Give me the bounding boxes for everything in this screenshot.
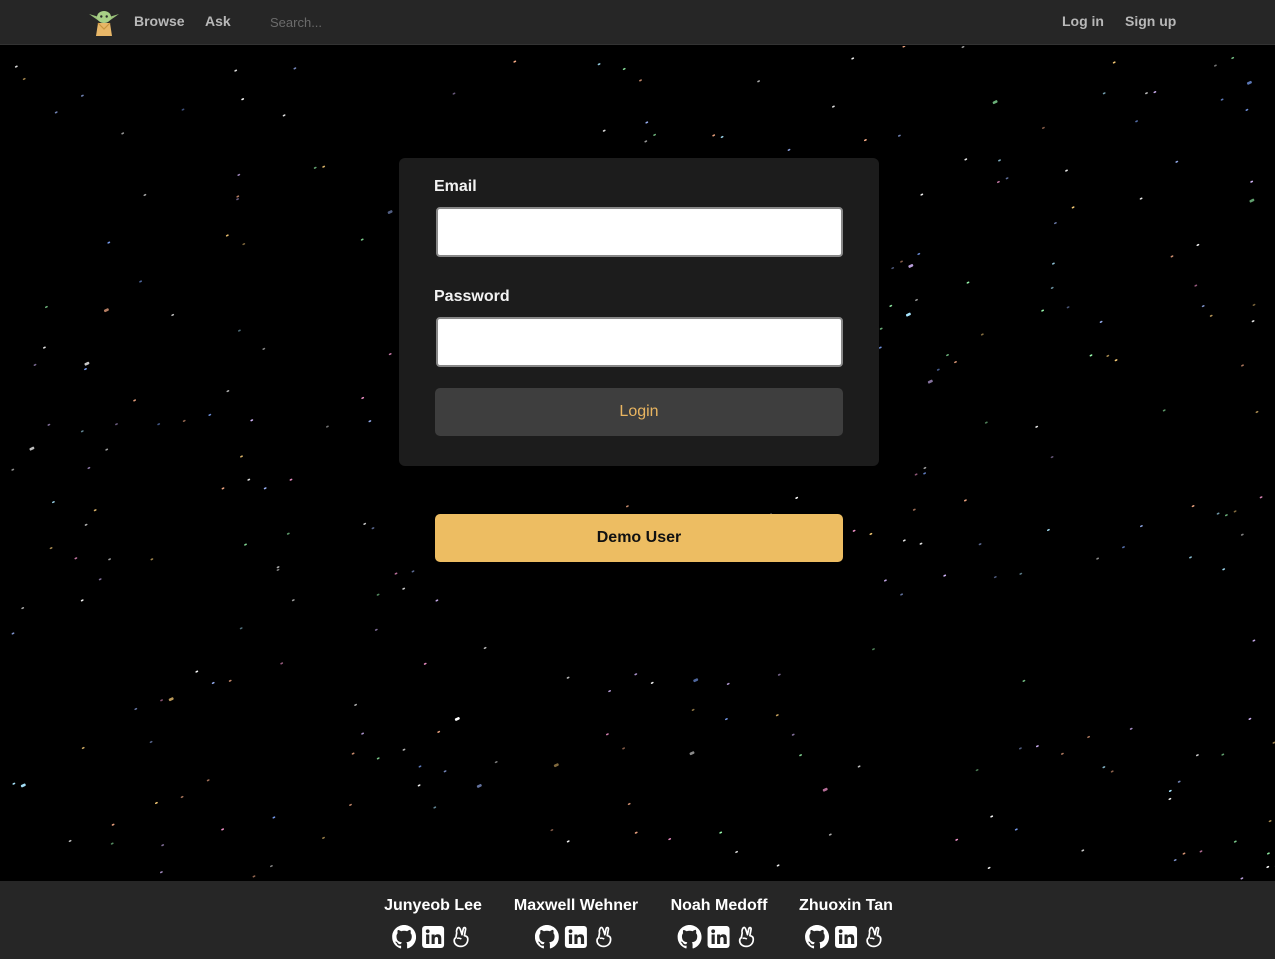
browse-link[interactable]: Browse — [134, 13, 185, 29]
github-icon[interactable] — [678, 925, 702, 949]
developer-card: Junyeob Lee — [384, 897, 482, 949]
developer-card: Maxwell Wehner — [514, 897, 638, 949]
github-icon[interactable] — [392, 925, 416, 949]
angellist-icon[interactable] — [736, 925, 760, 949]
github-icon[interactable] — [804, 925, 829, 949]
password-field[interactable] — [436, 317, 843, 367]
login-form: Email Password Login — [399, 158, 879, 466]
developer-card: Zhuoxin Tan — [799, 897, 893, 949]
login-link[interactable]: Log in — [1062, 13, 1104, 29]
developer-name: Noah Medoff — [670, 897, 768, 914]
search-input[interactable] — [262, 8, 462, 36]
developer-card: Noah Medoff — [670, 897, 768, 949]
linkedin-icon[interactable] — [564, 925, 588, 949]
linkedin-icon[interactable] — [834, 925, 858, 949]
angellist-icon[interactable] — [450, 925, 474, 949]
developer-name: Zhuoxin Tan — [799, 897, 893, 914]
angellist-icon[interactable] — [593, 925, 617, 949]
footer: Junyeob Lee Maxwell Wehner Noah Medoff Z… — [0, 881, 1275, 959]
baby-yoda-icon[interactable] — [88, 5, 120, 37]
email-label: Email — [434, 178, 477, 195]
angellist-icon[interactable] — [863, 925, 887, 949]
github-icon[interactable] — [535, 925, 559, 949]
linkedin-icon[interactable] — [707, 925, 731, 949]
login-button[interactable]: Login — [435, 388, 843, 436]
ask-link[interactable]: Ask — [205, 13, 231, 29]
email-field[interactable] — [436, 207, 843, 257]
linkedin-icon[interactable] — [421, 925, 445, 949]
developer-name: Junyeob Lee — [384, 897, 482, 914]
top-navbar: Browse Ask Log in Sign up — [0, 0, 1275, 45]
developer-name: Maxwell Wehner — [513, 897, 639, 914]
signup-link[interactable]: Sign up — [1125, 13, 1176, 29]
demo-user-button[interactable]: Demo User — [435, 514, 843, 562]
password-label: Password — [434, 288, 510, 305]
